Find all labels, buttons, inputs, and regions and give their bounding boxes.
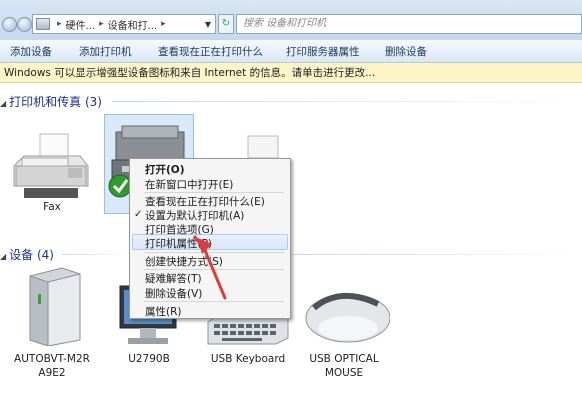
collapse-triangle-icon[interactable]: ◢ xyxy=(0,99,6,108)
group-title: 打印机和传真 (3) xyxy=(9,95,102,109)
chevron-right-icon[interactable]: ▸ xyxy=(57,19,62,29)
search-input[interactable]: 搜索 设备和打印机 xyxy=(236,14,582,34)
forward-icon[interactable] xyxy=(17,17,32,32)
menu-item-open-new-window[interactable]: 在新窗口中打开(E) xyxy=(145,177,233,192)
device-label: AUTOBVT-M2R xyxy=(14,353,90,365)
chevron-right-icon[interactable]: ▸ xyxy=(161,19,166,29)
fax-icon[interactable] xyxy=(10,132,92,202)
printer-icon[interactable] xyxy=(244,134,290,160)
device-label: USB Keyboard xyxy=(210,353,286,365)
devices-group-header[interactable]: ◢ 设备 (4) xyxy=(0,246,54,263)
fax-label: Fax xyxy=(43,201,61,213)
printers-group-header[interactable]: ◢ 打印机和传真 (3) xyxy=(0,93,102,110)
remove-device-button[interactable]: 删除设备 xyxy=(385,44,427,59)
print-server-properties-button[interactable]: 打印服务器属性 xyxy=(286,44,360,59)
back-icon[interactable] xyxy=(2,17,17,32)
breadcrumb-devices-printers[interactable]: 设备和打... xyxy=(108,17,158,32)
group-divider xyxy=(112,101,582,102)
mouse-icon[interactable] xyxy=(300,284,390,348)
add-device-button[interactable]: 添加设备 xyxy=(10,44,52,59)
device-label: U2790B xyxy=(128,353,170,365)
annotation-arrow xyxy=(192,235,227,300)
breadcrumb-hardware[interactable]: 硬件... xyxy=(66,17,96,32)
info-bar[interactable]: Windows 可以显示增强型设备图标和来自 Internet 的信息。请单击进… xyxy=(0,63,582,83)
device-label: USB OPTICAL xyxy=(309,353,379,365)
address-dropdown-icon[interactable]: ▼ xyxy=(205,20,211,29)
address-bar: ▸ 硬件... ▸ 设备和打... ▸ ▼ ↻ 搜索 设备和打印机 xyxy=(0,0,582,40)
group-divider xyxy=(292,254,582,255)
computer-icon[interactable] xyxy=(24,266,84,346)
checkmark-icon: ✓ xyxy=(134,209,143,220)
group-divider xyxy=(62,254,128,255)
device-label: MOUSE xyxy=(324,367,364,379)
command-bar: 添加设备 添加打印机 查看现在正在打印什么 打印服务器属性 删除设备 xyxy=(0,40,582,63)
menu-item-properties[interactable]: 属性(R) xyxy=(145,304,182,319)
menu-item-set-default[interactable]: 设置为默认打印机(A) xyxy=(145,208,244,223)
folder-icon xyxy=(36,18,50,30)
menu-item-see-whats-printing[interactable]: 查看现在正在打印什么(E) xyxy=(145,194,265,209)
menu-item-open[interactable]: 打开(O) xyxy=(145,162,185,177)
collapse-triangle-icon[interactable]: ◢ xyxy=(0,252,6,261)
refresh-icon[interactable]: ↻ xyxy=(218,14,234,34)
add-printer-button[interactable]: 添加打印机 xyxy=(79,44,132,59)
default-check-icon xyxy=(108,174,132,198)
device-label: A9E2 xyxy=(38,367,66,379)
see-whats-printing-button[interactable]: 查看现在正在打印什么 xyxy=(158,44,263,59)
menu-separator xyxy=(144,192,284,193)
breadcrumb[interactable]: ▸ 硬件... ▸ 设备和打... ▸ ▼ xyxy=(32,14,216,34)
chevron-right-icon[interactable]: ▸ xyxy=(99,19,104,29)
group-title: 设备 (4) xyxy=(9,248,54,262)
